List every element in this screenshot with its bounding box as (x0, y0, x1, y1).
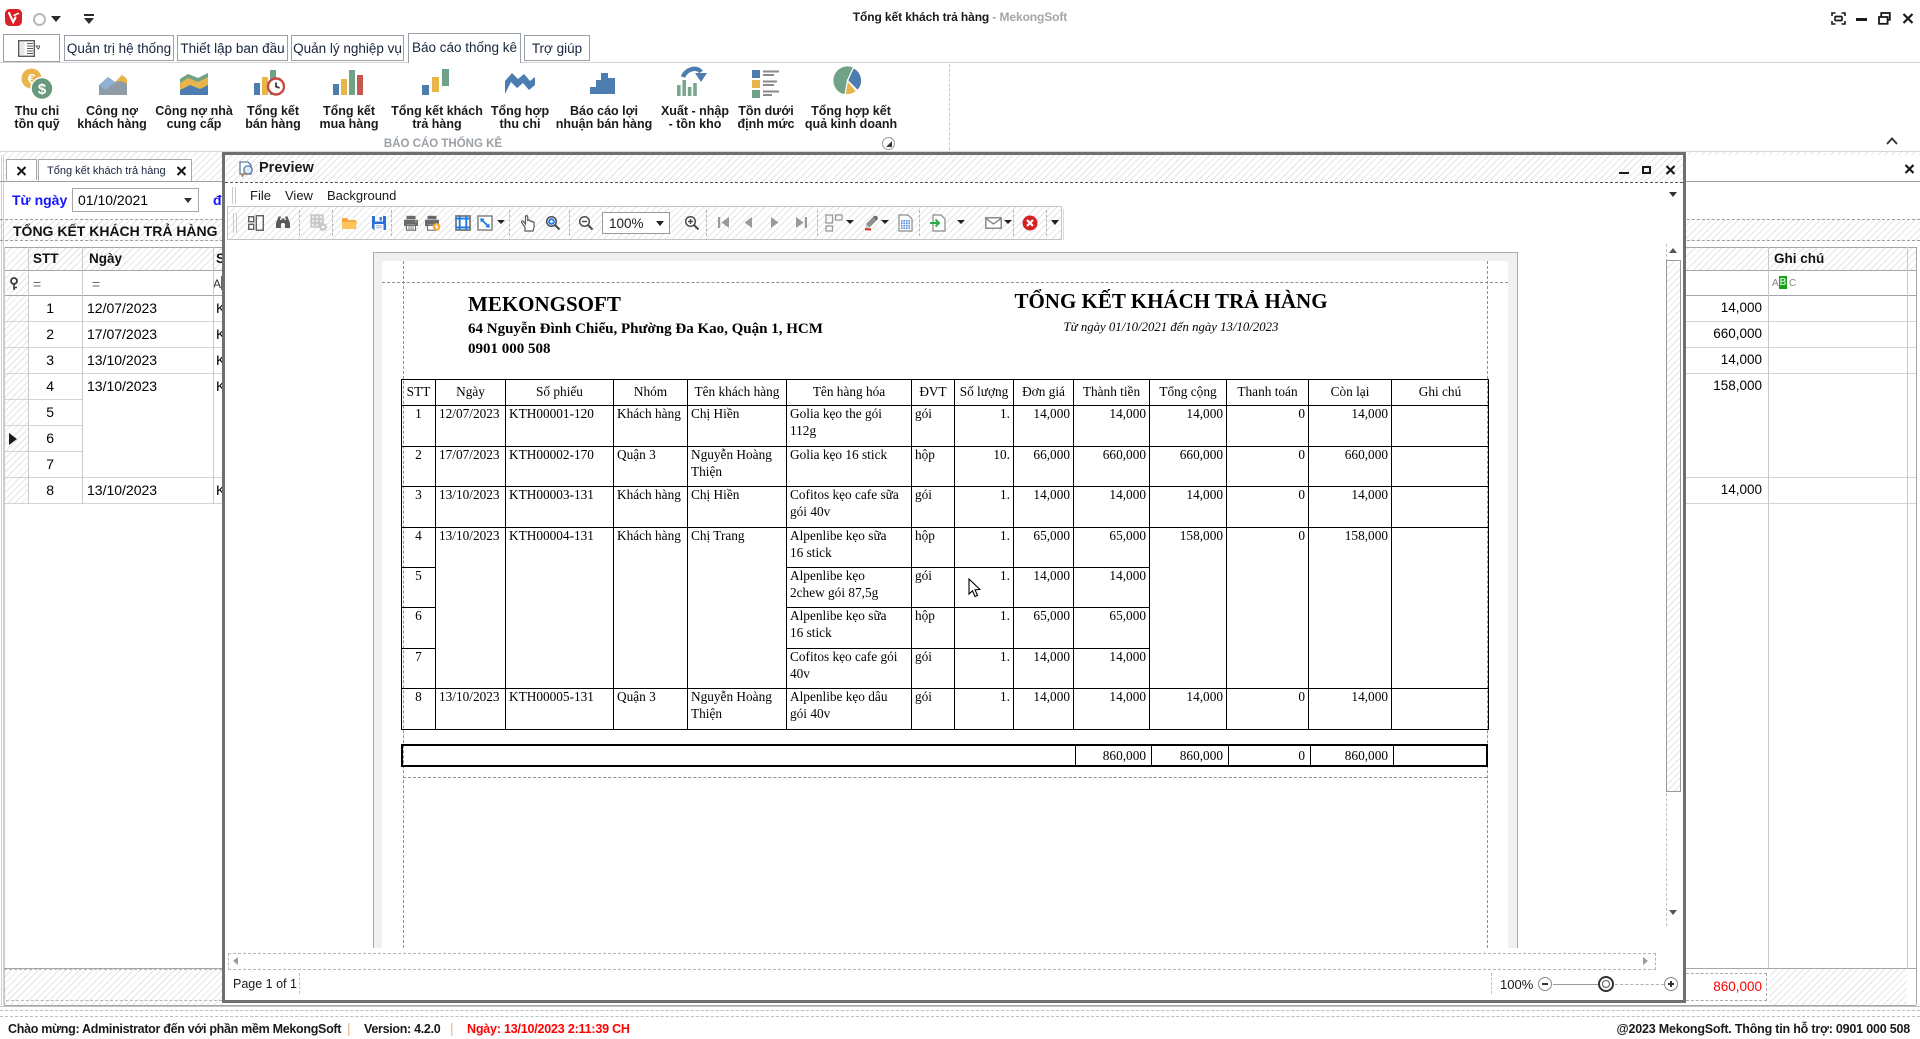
svg-text:$: $ (38, 81, 47, 98)
